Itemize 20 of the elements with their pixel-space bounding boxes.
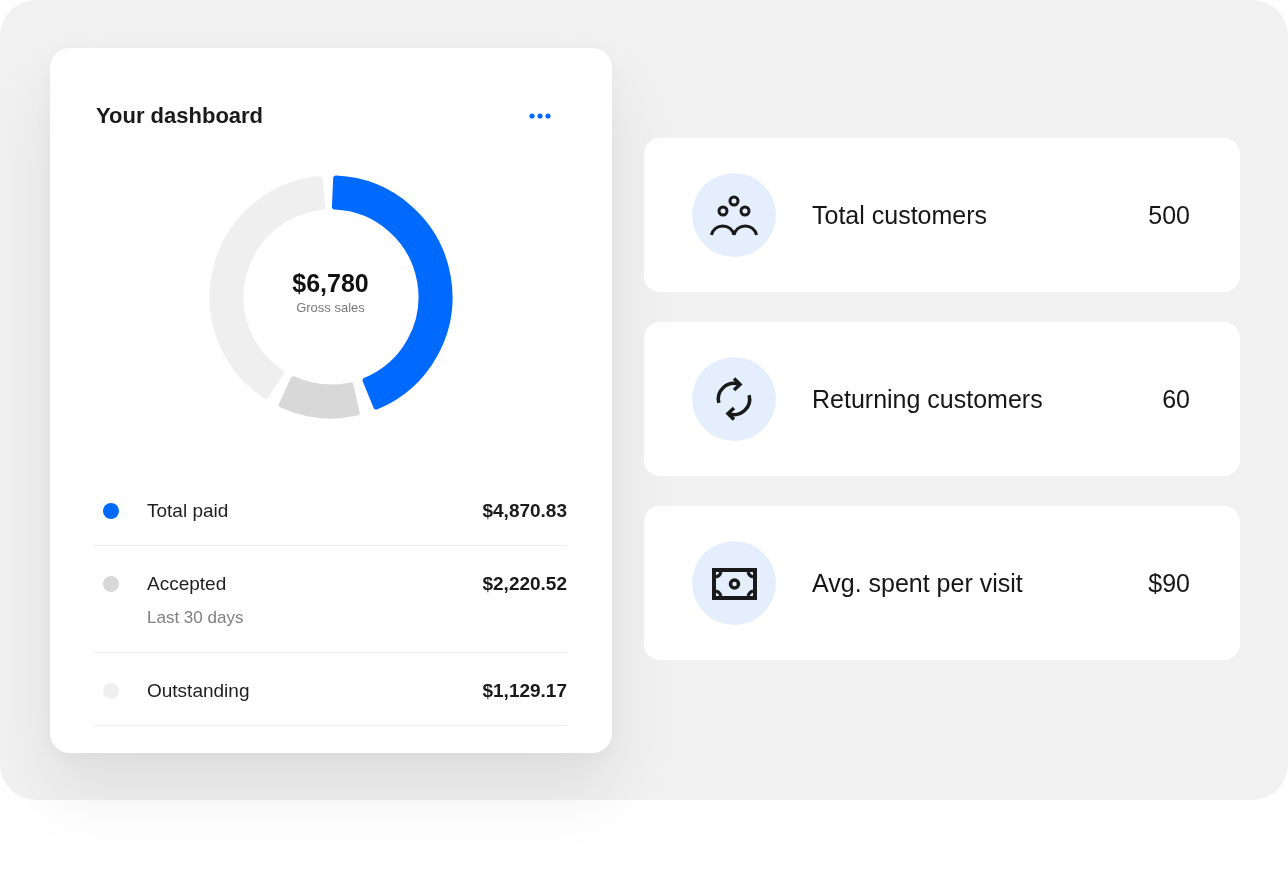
- chart-caption: Gross sales: [296, 299, 365, 317]
- more-icon[interactable]: [529, 113, 551, 119]
- dashboard-title: Your dashboard: [95, 102, 264, 130]
- refresh-icon: [692, 357, 776, 441]
- legend-sublabel: Last 30 days: [147, 608, 245, 628]
- stat-value: 500: [1148, 200, 1190, 230]
- legend-label: Accepted: [147, 573, 228, 594]
- legend-value: $1,129.17: [482, 680, 567, 701]
- legend-value: $4,870.83: [482, 500, 567, 521]
- legend-label: Outstanding: [147, 680, 251, 701]
- banknote-icon: [692, 541, 776, 625]
- total-amount: $6,780: [292, 269, 369, 297]
- stat-label: Total customers: [812, 200, 989, 230]
- legend-label: Total paid: [147, 500, 230, 521]
- people-icon: [692, 173, 776, 257]
- stat-label: Avg. spent per visit: [812, 568, 1024, 598]
- stat-label: Returning customers: [812, 384, 1044, 414]
- legend-value: $2,220.52: [482, 573, 567, 594]
- stat-value: $90: [1148, 568, 1190, 598]
- stat-value: 60: [1162, 384, 1190, 414]
